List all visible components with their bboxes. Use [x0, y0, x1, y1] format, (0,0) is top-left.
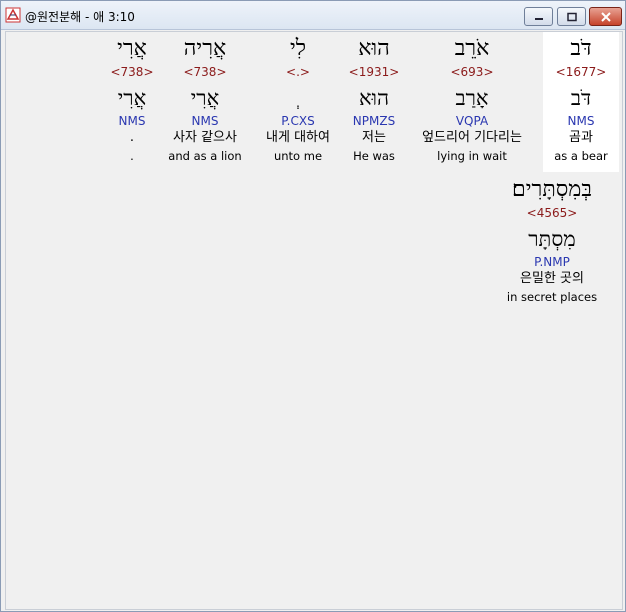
title-bar[interactable]: @원전분해 - 애 3:10	[1, 1, 625, 30]
hebrew-lemma: אֲרִי	[117, 86, 147, 110]
minimize-icon	[534, 17, 543, 20]
morphology-code: P.NMP	[534, 255, 570, 269]
korean-gloss: .	[129, 130, 135, 145]
maximize-icon	[566, 12, 577, 21]
strong-number[interactable]: <738>	[167, 65, 243, 79]
word-block[interactable]: בְּמִסְתָּרִים׃ <4565> מִסְתָּר P.NMP 은밀…	[484, 173, 620, 313]
close-icon	[600, 11, 611, 22]
word-block[interactable]: אֹרֵב <693> אָרַב VQPA 엎드리어 기다리는 lying i…	[422, 32, 522, 172]
hebrew-word: אֲרִיה	[183, 36, 227, 61]
app-icon	[5, 7, 21, 23]
strong-number[interactable]: <4565>	[484, 206, 620, 220]
hebrew-word: הוּא	[358, 36, 390, 61]
hebrew-lemma: דֹּב	[570, 86, 592, 110]
english-gloss: .	[130, 149, 134, 163]
morphology-code: P.CXS	[281, 114, 315, 128]
hebrew-lemma: אֲרִי	[190, 86, 220, 110]
maximize-button[interactable]	[557, 7, 586, 26]
strong-number[interactable]: <693>	[434, 65, 510, 79]
hebrew-lemma: אָרַב	[455, 86, 489, 110]
hebrew-lemma: הוּא	[358, 86, 390, 110]
word-analysis-panel: דֹּב <1677> דֹּב NMS 곰과 as a bear אֹרֵב …	[5, 31, 623, 610]
strong-number[interactable]: <1931>	[336, 65, 412, 79]
minimize-button[interactable]	[524, 7, 553, 26]
word-block[interactable]: אֲרִי <738> אֲרִי NMS . .	[94, 32, 170, 172]
app-window: @원전분해 - 애 3:10 דֹּב <1677> דֹּב NMS 곰과 a…	[0, 0, 626, 612]
hebrew-lemma: ְ	[260, 85, 336, 111]
morphology-code: NMS	[118, 114, 146, 128]
hebrew-word: דֹּב	[570, 36, 592, 61]
word-block[interactable]: לִי <.> ְ P.CXS 내게 대하여 unto me	[260, 32, 336, 172]
morphology-code: VQPA	[455, 114, 489, 128]
english-gloss: as a bear	[554, 149, 608, 163]
window-title: @원전분해 - 애 3:10	[25, 10, 135, 24]
hebrew-word: בְּמִסְתָּרִים׃	[512, 177, 592, 202]
strong-number[interactable]: <.>	[260, 65, 336, 79]
morphology-code: NMS	[567, 114, 595, 128]
close-button[interactable]	[589, 7, 622, 26]
hebrew-word: לִי	[289, 36, 307, 61]
english-gloss: in secret places	[506, 290, 598, 304]
word-block[interactable]: דֹּב <1677> דֹּב NMS 곰과 as a bear	[543, 32, 619, 172]
hebrew-word: אֲרִי	[117, 36, 147, 61]
korean-gloss: 은밀한 곳의	[520, 271, 584, 286]
morphology-code: NPMZS	[352, 114, 396, 128]
hebrew-word: אֹרֵב	[454, 36, 490, 61]
strong-number[interactable]: <738>	[94, 65, 170, 79]
hebrew-lemma: מִסְתָּר	[528, 227, 576, 251]
korean-gloss: 곰과	[569, 130, 593, 145]
strong-number[interactable]: <1677>	[543, 65, 619, 79]
morphology-code: NMS	[191, 114, 219, 128]
